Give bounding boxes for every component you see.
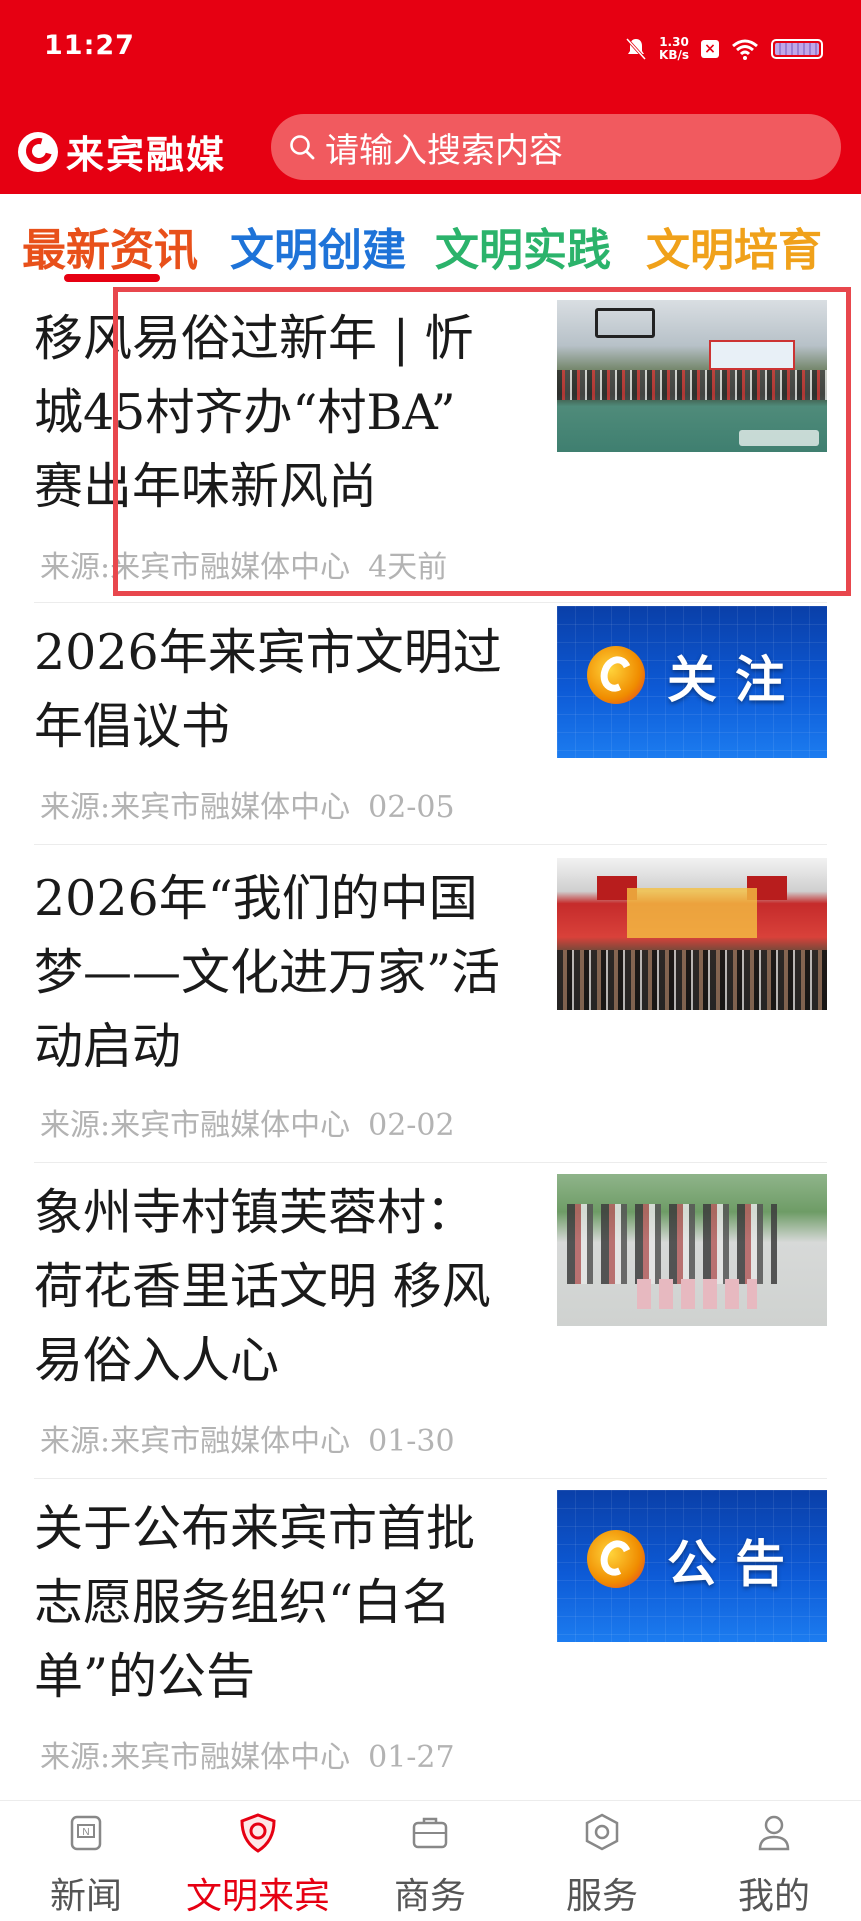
wifi-icon (732, 39, 758, 60)
news-title[interactable]: 关于公布来宾市首批志愿服务组织“白名单”的公告 (34, 1492, 514, 1714)
divider (34, 1478, 827, 1479)
news-meta: 来源:来宾市融媒体中心 02-05 (40, 782, 455, 826)
banner-text: 公告 (667, 1534, 803, 1593)
news-title[interactable]: 2026年“我们的中国梦——文化进万家”活动启动 (34, 862, 514, 1084)
bottom-nav: N 新闻 文明来宾 商务 服务 我的 (0, 1800, 861, 1921)
tab-civilization-building[interactable]: 文明创建 (230, 214, 406, 278)
emblem-icon (587, 1530, 645, 1588)
news-source: 来源:来宾市融媒体中心 (40, 790, 351, 825)
search-icon (290, 135, 315, 160)
user-icon (758, 1815, 790, 1851)
app-header: 11:27 1.30 KB/s × 来宾融媒 请输入搜索内容 (0, 0, 861, 194)
mute-bell-icon (625, 37, 647, 61)
tab-civilization-practice[interactable]: 文明实践 (435, 214, 611, 278)
divider (34, 1162, 827, 1163)
status-time: 11:27 (44, 30, 135, 61)
news-meta: 来源:来宾市融媒体中心 02-02 (40, 1100, 455, 1144)
basketball-photo (557, 300, 827, 452)
network-speed: 1.30 KB/s (659, 35, 689, 62)
nav-services[interactable]: 服务 (516, 1801, 688, 1921)
news-meta: 来源:来宾市融媒体中心 4天前 (40, 542, 447, 586)
active-tab-indicator (64, 274, 160, 282)
news-thumbnail-basketball[interactable] (557, 300, 827, 452)
nav-label: 商务 (393, 1876, 466, 1917)
category-tabs: 最新资讯 文明创建 文明实践 文明培育 (0, 194, 861, 284)
shield-icon (240, 1813, 276, 1853)
nav-me[interactable]: 我的 (688, 1801, 860, 1921)
search-bar[interactable]: 请输入搜索内容 (271, 114, 841, 180)
news-date: 02-02 (368, 1108, 455, 1143)
news-source: 来源:来宾市融媒体中心 (40, 550, 351, 585)
news-source: 来源:来宾市融媒体中心 (40, 1740, 351, 1775)
village-photo (557, 1174, 827, 1326)
news-date: 01-30 (368, 1424, 455, 1459)
news-meta: 来源:来宾市融媒体中心 01-30 (40, 1416, 455, 1460)
app-logo: 来宾融媒 (18, 124, 226, 179)
news-title[interactable]: 象州寺村镇芙蓉村：荷花香里话文明 移风易俗入人心 (34, 1176, 514, 1398)
news-thumbnail-banner[interactable]: 公告 (557, 1490, 827, 1642)
news-icon: N (70, 1815, 102, 1851)
blue-banner: 关注 (557, 606, 827, 758)
tab-latest-news[interactable]: 最新资讯 (22, 214, 198, 278)
blue-banner: 公告 (557, 1490, 827, 1642)
news-source: 来源:来宾市融媒体中心 (40, 1424, 351, 1459)
logo-mark-icon (18, 131, 58, 172)
nav-label: 我的 (737, 1876, 810, 1917)
tab-civilization-cultivation[interactable]: 文明培育 (646, 214, 822, 278)
news-thumbnail-village[interactable] (557, 1174, 827, 1326)
divider (34, 602, 827, 603)
news-title[interactable]: 移风易俗过新年 | 忻城45村齐办“村BA” 赛出年味新风尚 (34, 302, 514, 524)
x-badge-icon: × (701, 40, 719, 58)
news-source: 来源:来宾市融媒体中心 (40, 1108, 351, 1143)
news-thumbnail-festival[interactable] (557, 858, 827, 1010)
news-date: 01-27 (368, 1740, 455, 1775)
news-title[interactable]: 2026年来宾市文明过年倡议书 (34, 616, 514, 764)
emblem-icon (587, 646, 645, 704)
svg-text:N: N (82, 1827, 89, 1838)
app-name: 来宾融媒 (66, 132, 227, 177)
nav-news[interactable]: N 新闻 (0, 1801, 172, 1921)
divider (34, 844, 827, 845)
news-meta: 来源:来宾市融媒体中心 01-27 (40, 1732, 455, 1776)
briefcase-icon (412, 1817, 448, 1849)
status-icons: 1.30 KB/s × (625, 34, 823, 64)
banner-text: 关注 (667, 650, 803, 709)
battery-icon (771, 39, 823, 59)
news-date: 02-05 (368, 790, 455, 825)
nav-label: 服务 (565, 1876, 638, 1917)
nav-business[interactable]: 商务 (344, 1801, 516, 1921)
nav-label: 新闻 (49, 1876, 122, 1917)
hexagon-icon (585, 1813, 619, 1851)
news-thumbnail-banner[interactable]: 关注 (557, 606, 827, 758)
festival-photo (557, 858, 827, 1010)
nav-civilized-laibin[interactable]: 文明来宾 (172, 1801, 344, 1921)
news-date: 4天前 (368, 550, 448, 585)
nav-label: 文明来宾 (185, 1876, 330, 1917)
search-input[interactable]: 请输入搜索内容 (325, 123, 563, 172)
